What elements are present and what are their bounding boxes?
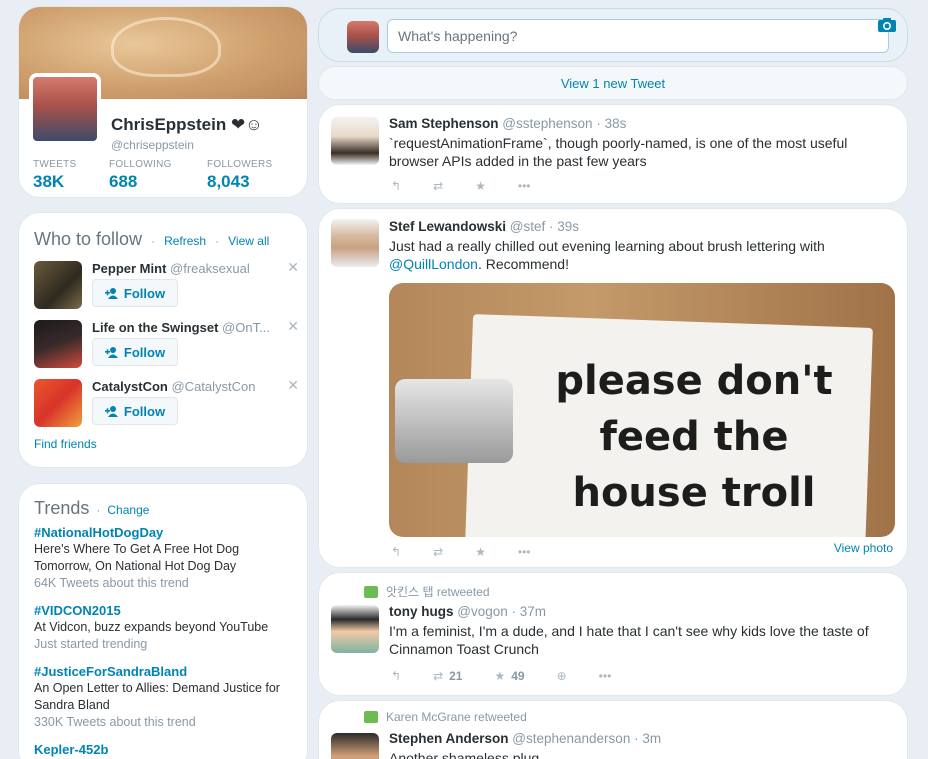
tweet-author-name[interactable]: Sam Stephenson — [389, 116, 499, 131]
stat-following[interactable]: FOLLOWING 688 — [109, 159, 172, 192]
photo-handwriting: please don't feed the house troll — [555, 358, 833, 516]
reply-icon[interactable]: ↰ — [391, 179, 401, 193]
retweet-icon[interactable]: ⇄ 21 — [433, 669, 462, 683]
avatar[interactable] — [34, 261, 82, 309]
refresh-link[interactable]: Refresh — [164, 234, 206, 248]
tweet-timestamp[interactable]: · 39s — [549, 219, 579, 234]
avatar[interactable] — [34, 320, 82, 368]
suggestion-name[interactable]: Life on the Swingset — [92, 320, 218, 335]
avatar[interactable] — [331, 117, 379, 165]
clipboard-clip — [395, 379, 513, 463]
view-photo-link[interactable]: View photo — [834, 541, 893, 555]
favorite-count: 49 — [511, 669, 525, 683]
suggestion-item: CatalystCon @CatalystCon ✕ Follow — [34, 377, 299, 435]
retweet-badge-icon — [364, 711, 378, 723]
stat-followers[interactable]: FOLLOWERS 8,043 — [207, 159, 273, 192]
tweet-text: I'm a feminist, I'm a dude, and I hate t… — [389, 623, 869, 657]
retweet-icon[interactable]: ⇄ — [433, 179, 443, 193]
profile-name[interactable]: ChrisEppstein ❤☺ — [111, 115, 263, 135]
more-icon[interactable]: ••• — [518, 179, 531, 193]
who-to-follow-module: Who to follow · Refresh · View all Peppe… — [18, 212, 308, 468]
follow-user-icon[interactable]: ⊕ — [557, 669, 567, 683]
trend-item[interactable]: Kepler-452b — [34, 741, 299, 758]
tweet[interactable]: 앗킨스 탭 retweeted tony hugs @vogon · 37m I… — [318, 572, 908, 696]
avatar[interactable] — [347, 21, 379, 53]
trend-item[interactable]: #JusticeForSandraBland An Open Letter to… — [34, 663, 299, 731]
tweet-actions: ↰ ⇄ ★ ••• — [391, 179, 563, 193]
profile-handle[interactable]: @chriseppstein — [111, 138, 194, 152]
tweet-timestamp[interactable]: · 3m — [634, 731, 661, 746]
trends-module: Trends · Change #NationalHotDogDay Here'… — [18, 483, 308, 759]
favorite-icon[interactable]: ★ 49 — [494, 669, 524, 683]
favorite-icon[interactable]: ★ — [475, 179, 486, 193]
suggestion-item: Pepper Mint @freaksexual ✕ Follow — [34, 259, 299, 317]
follow-button[interactable]: Follow — [92, 338, 178, 366]
tweet-author-handle[interactable]: @vogon — [457, 604, 508, 619]
who-to-follow-title: Who to follow — [34, 229, 143, 249]
tweet-author-name[interactable]: Stephen Anderson — [389, 731, 509, 746]
retweet-badge-icon — [364, 585, 378, 598]
dismiss-icon[interactable]: ✕ — [287, 318, 299, 335]
tweet-text: Just had a really chilled out evening le… — [389, 238, 825, 272]
dismiss-icon[interactable]: ✕ — [287, 259, 299, 276]
follow-button[interactable]: Follow — [92, 397, 178, 425]
add-user-icon — [104, 346, 118, 358]
suggestion-handle[interactable]: @OnT... — [222, 320, 270, 335]
suggestion-handle[interactable]: @CatalystCon — [171, 379, 255, 394]
profile-avatar[interactable] — [29, 73, 101, 145]
retweeted-by[interactable]: Karen McGrane retweeted — [386, 710, 527, 724]
view-all-link[interactable]: View all — [228, 234, 269, 248]
tweet[interactable]: Stef Lewandowski @stef · 39s Just had a … — [318, 208, 908, 568]
more-icon[interactable]: ••• — [599, 669, 612, 683]
trend-item[interactable]: #VIDCON2015 At Vidcon, buzz expands beyo… — [34, 602, 299, 653]
find-friends-link[interactable]: Find friends — [34, 437, 97, 451]
profile-card: ChrisEppstein ❤☺ @chriseppstein TWEETS 3… — [18, 6, 308, 198]
tweet-actions: ↰ ⇄ ★ ••• — [391, 545, 563, 559]
suggestion-handle[interactable]: @freaksexual — [170, 261, 250, 276]
dismiss-icon[interactable]: ✕ — [287, 377, 299, 394]
tweet-author-name[interactable]: Stef Lewandowski — [389, 219, 506, 234]
tweet-author-handle[interactable]: @stephenanderson — [512, 731, 630, 746]
retweet-count: 21 — [449, 669, 463, 683]
avatar[interactable] — [331, 219, 379, 267]
tweet-timestamp[interactable]: · 37m — [512, 604, 547, 619]
tweet-author-name[interactable]: tony hugs — [389, 604, 454, 619]
tweet-author-handle[interactable]: @sstephenson — [502, 116, 592, 131]
tweet-timestamp[interactable]: · 38s — [596, 116, 626, 131]
tweet-text: Another shameless plug — [389, 750, 540, 759]
avatar[interactable] — [331, 733, 379, 759]
camera-icon[interactable] — [877, 17, 897, 38]
trend-item[interactable]: #NationalHotDogDay Here's Where To Get A… — [34, 524, 299, 592]
suggestion-item: Life on the Swingset @OnT... ✕ Follow — [34, 318, 299, 376]
follow-button[interactable]: Follow — [92, 279, 178, 307]
tweet[interactable]: Karen McGrane retweeted Stephen Anderson… — [318, 700, 908, 759]
avatar[interactable] — [34, 379, 82, 427]
suggestion-name[interactable]: Pepper Mint — [92, 261, 166, 276]
new-tweets-bar[interactable]: View 1 new Tweet — [318, 66, 908, 100]
tweet[interactable]: Sam Stephenson @sstephenson · 38s `reque… — [318, 104, 908, 204]
reply-icon[interactable]: ↰ — [391, 669, 401, 683]
mention-link[interactable]: @QuillLondon — [389, 256, 478, 272]
add-user-icon — [104, 405, 118, 417]
stat-tweets[interactable]: TWEETS 38K — [33, 159, 76, 192]
more-icon[interactable]: ••• — [518, 545, 531, 559]
avatar[interactable] — [331, 605, 379, 653]
trends-title: Trends — [34, 498, 90, 518]
compose-box: What's happening? — [318, 8, 908, 62]
compose-input[interactable]: What's happening? — [387, 19, 889, 53]
tweet-text: `requestAnimationFrame`, though poorly-n… — [389, 135, 848, 169]
reply-icon[interactable]: ↰ — [391, 545, 401, 559]
add-user-icon — [104, 287, 118, 299]
retweet-icon[interactable]: ⇄ — [433, 545, 443, 559]
suggestion-name[interactable]: CatalystCon — [92, 379, 168, 394]
retweeted-by[interactable]: 앗킨스 탭 retweeted — [386, 583, 490, 600]
tweet-actions: ↰ ⇄ 21 ★ 49 ⊕ ••• — [391, 669, 643, 683]
tweet-author-handle[interactable]: @stef — [510, 219, 545, 234]
tweet-photo[interactable]: please don't feed the house troll — [389, 283, 895, 537]
change-trends-link[interactable]: Change — [107, 503, 149, 517]
favorite-icon[interactable]: ★ — [475, 545, 486, 559]
